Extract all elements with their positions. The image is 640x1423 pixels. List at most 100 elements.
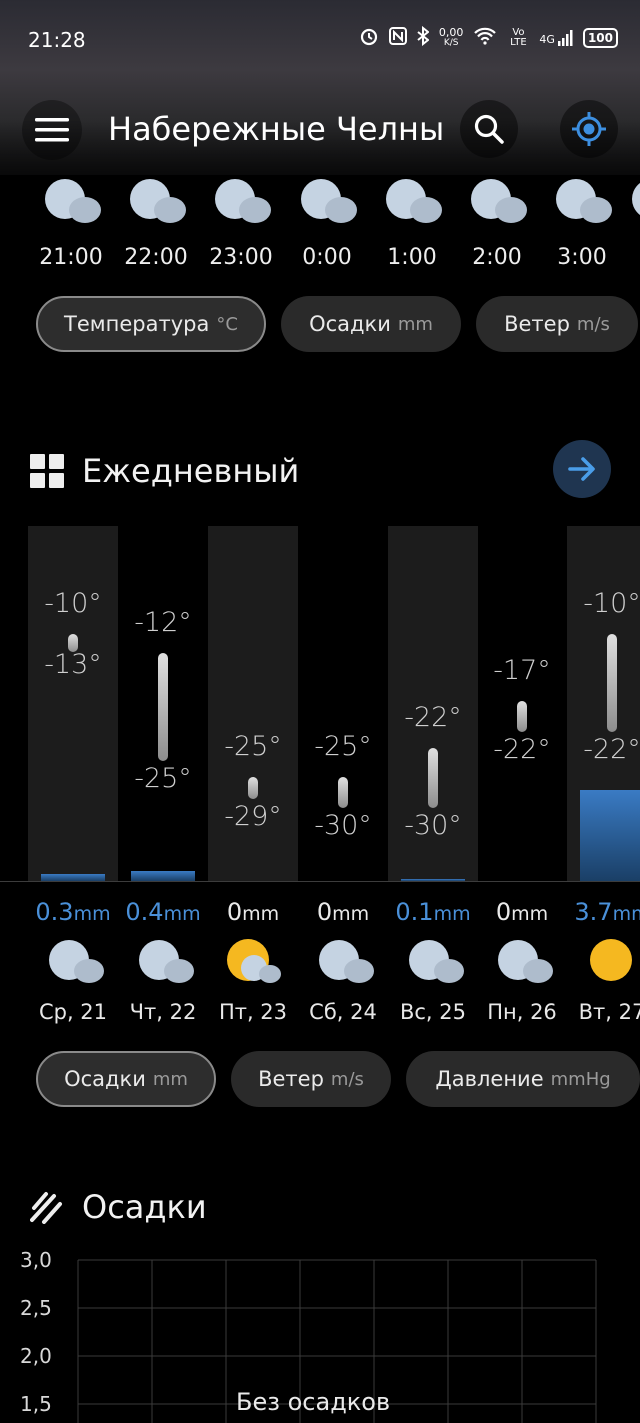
y-tick-label: 2,0 bbox=[20, 1344, 52, 1368]
precip-value: 0 bbox=[495, 898, 512, 926]
precip-value: 0 bbox=[226, 898, 243, 926]
hour-time: 21:00 bbox=[39, 245, 103, 270]
chip-unit: mmHg bbox=[550, 1068, 611, 1090]
hour-time: 2:00 bbox=[472, 245, 522, 270]
volte-label: Vo LTE bbox=[510, 27, 527, 48]
menu-button[interactable] bbox=[22, 100, 82, 160]
day-column[interactable]: -12° -25° 0.4mm Чт, 22 bbox=[118, 526, 208, 1036]
high-temp: -17° bbox=[493, 654, 551, 686]
cloud-icon bbox=[314, 938, 376, 990]
precip-unit: mm bbox=[433, 903, 471, 925]
chip-label: Ветер bbox=[504, 312, 570, 336]
precip-value: 3.7 bbox=[574, 898, 613, 926]
hour-time: 23:00 bbox=[209, 245, 273, 270]
search-icon bbox=[474, 114, 504, 144]
partly-sunny-icon bbox=[224, 938, 286, 990]
nfc-icon bbox=[388, 27, 407, 49]
day-column[interactable]: -10° -13° 0.3mm Ср, 21 bbox=[28, 526, 118, 1036]
day-column[interactable]: -10° -22° 3.7mm Вт, 27 bbox=[567, 526, 640, 1036]
precip-bar bbox=[41, 873, 105, 881]
precip-value: 0.4 bbox=[125, 898, 164, 926]
sun-icon bbox=[583, 938, 640, 990]
precip-unit: mm bbox=[242, 903, 280, 925]
chip-label: Температура bbox=[64, 312, 210, 336]
precip-amount: 3.7mm bbox=[567, 898, 640, 926]
low-temp: -22° bbox=[493, 734, 551, 765]
top-bar: Набережные Челны bbox=[0, 100, 640, 164]
daily-title: Ежедневный bbox=[82, 452, 300, 490]
chip-pressure[interactable]: Давление mmHg bbox=[406, 1051, 640, 1107]
search-button[interactable] bbox=[460, 100, 518, 158]
hour-time: 1:00 bbox=[387, 245, 437, 270]
hourly-metric-chips: Температура °C Осадки mm Ветер m/s bbox=[0, 296, 640, 356]
arrow-right-icon bbox=[568, 457, 595, 481]
chip-unit: °C bbox=[216, 313, 238, 335]
high-temp: -10° bbox=[44, 588, 102, 619]
cloud-icon bbox=[301, 179, 357, 223]
precip-unit: mm bbox=[163, 903, 201, 925]
no-precip-label: Без осадков bbox=[236, 1388, 391, 1416]
menu-icon bbox=[35, 118, 69, 142]
city-name[interactable]: Набережные Челны bbox=[108, 110, 444, 148]
rain-icon bbox=[30, 1192, 62, 1224]
cloud-icon bbox=[130, 179, 186, 223]
hourly-forecast[interactable]: 21:00 22:00 23:00 0:00 1:00 2:00 3:00 bbox=[0, 175, 640, 275]
day-column[interactable]: -22° -30° 0.1mm Вс, 25 bbox=[388, 526, 478, 1036]
daily-forecast[interactable]: -10° -13° 0.3mm Ср, 21 -12° -25° 0.4mm Чт, 22 -2… bbox=[0, 526, 640, 1036]
speed-unit: K/S bbox=[443, 38, 459, 48]
high-temp: -25° bbox=[314, 730, 372, 762]
cloud-icon bbox=[134, 938, 196, 990]
temp-range-bar bbox=[607, 634, 617, 732]
temp-range-bar bbox=[338, 776, 348, 808]
day-column[interactable]: -25° -30° 0mm Сб, 24 bbox=[298, 526, 388, 1036]
battery-indicator: 100 bbox=[582, 28, 618, 48]
chip-precipitation[interactable]: Осадки mm bbox=[36, 1051, 216, 1107]
precip-title: Осадки bbox=[82, 1188, 207, 1226]
daily-details-button[interactable] bbox=[553, 440, 611, 498]
day-label: Вс, 25 bbox=[399, 1000, 467, 1024]
status-time: 21:28 bbox=[28, 28, 86, 52]
precip-amount: 0.4mm bbox=[118, 898, 208, 926]
day-label: Ср, 21 bbox=[38, 1000, 108, 1024]
cloud-icon bbox=[386, 179, 442, 223]
bluetooth-icon bbox=[417, 25, 430, 50]
chip-unit: m/s bbox=[576, 313, 610, 335]
chip-temperature[interactable]: Температура °C bbox=[36, 296, 266, 352]
day-label: Вт, 27 bbox=[578, 1000, 640, 1024]
chip-label: Ветер bbox=[258, 1067, 324, 1091]
network-type: 4G bbox=[539, 33, 555, 46]
high-temp: -22° bbox=[404, 702, 462, 733]
hour-time: 22:00 bbox=[124, 245, 188, 270]
day-column-background bbox=[28, 526, 118, 881]
chip-label: Осадки bbox=[64, 1067, 146, 1091]
temp-range-bar bbox=[248, 776, 258, 799]
temp-range-bar bbox=[517, 700, 527, 732]
day-column[interactable]: -17° -22° 0mm Пн, 26 bbox=[477, 526, 567, 1036]
chip-wind[interactable]: Ветер m/s bbox=[476, 296, 638, 352]
temp-range-bar bbox=[428, 748, 438, 808]
chip-unit: mm bbox=[397, 313, 433, 335]
low-temp: -30° bbox=[404, 810, 462, 841]
chip-wind[interactable]: Ветер m/s bbox=[231, 1051, 391, 1107]
hour-time: 3:00 bbox=[557, 245, 607, 270]
day-label: Сб, 24 bbox=[309, 1000, 377, 1024]
precip-value: 0 bbox=[316, 898, 333, 926]
y-tick-label: 1,5 bbox=[20, 1392, 52, 1416]
low-temp: -25° bbox=[134, 762, 192, 794]
chip-precipitation[interactable]: Осадки mm bbox=[281, 296, 461, 352]
low-temp: -30° bbox=[314, 810, 372, 841]
daily-metric-chips: Осадки mm Ветер m/s Давление mmHg bbox=[0, 1051, 640, 1111]
cloud-icon bbox=[215, 179, 271, 223]
location-button[interactable] bbox=[560, 100, 618, 158]
precip-unit: mm bbox=[612, 903, 640, 925]
precip-value: 0.1 bbox=[395, 898, 434, 926]
status-bar: 21:28 0,00 K/S Vo LTE 4G 100 bbox=[0, 0, 640, 80]
high-temp: -10° bbox=[583, 588, 640, 619]
alarm-icon bbox=[359, 26, 379, 50]
signal-icon: 4G bbox=[539, 30, 573, 46]
temp-range-bar bbox=[158, 653, 168, 761]
grid-icon bbox=[30, 454, 64, 488]
day-column[interactable]: -25° -29° 0mm Пт, 23 bbox=[208, 526, 298, 1036]
precip-amount: 0mm bbox=[298, 898, 388, 926]
y-tick-label: 2,5 bbox=[20, 1296, 52, 1320]
